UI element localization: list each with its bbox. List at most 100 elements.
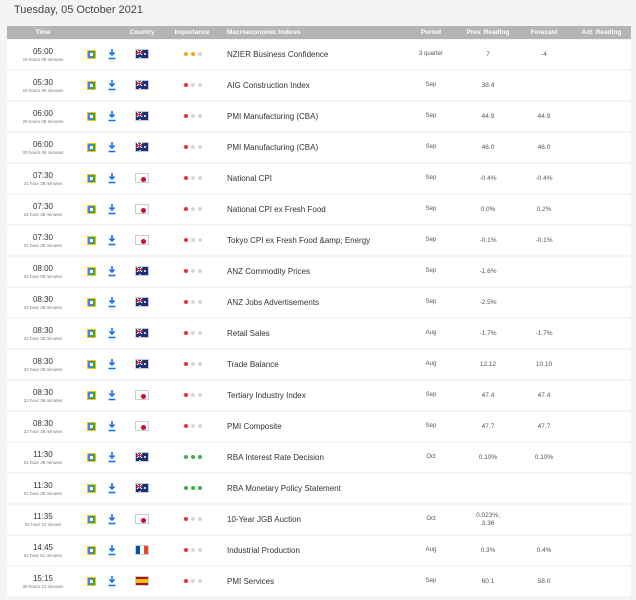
download-icon[interactable] (107, 451, 117, 463)
event-name[interactable]: ANZ Jobs Advertisements (227, 298, 319, 307)
event-name[interactable]: RBA Interest Rate Decision (227, 453, 324, 462)
importance-dot (191, 393, 195, 397)
event-name[interactable]: ANZ Commodity Prices (227, 267, 310, 276)
google-calendar-icon[interactable] (87, 174, 96, 183)
download-icon[interactable] (107, 265, 117, 277)
importance-dot (184, 176, 188, 180)
google-calendar-icon[interactable] (87, 546, 96, 555)
col-indices: Macroeconomic Indices (227, 29, 301, 36)
google-calendar-icon[interactable] (87, 236, 96, 245)
country-flag-au-icon (135, 483, 149, 493)
event-time-ago: 20 hours 08 minutes (22, 119, 64, 124)
google-calendar-icon[interactable] (87, 298, 96, 307)
google-calendar-icon[interactable] (87, 267, 96, 276)
importance-dot (198, 52, 202, 56)
download-icon[interactable] (107, 172, 117, 184)
importance-dot (198, 393, 202, 397)
importance-dot (191, 579, 195, 583)
download-icon[interactable] (107, 79, 117, 91)
download-icon[interactable] (107, 48, 117, 60)
google-calendar-icon[interactable] (87, 205, 96, 214)
event-time-ago: 22 hour 38 minutes (23, 367, 63, 372)
event-name[interactable]: Trade Balance (227, 360, 279, 369)
event-time: 11:30 (33, 481, 53, 490)
table-row: 07:30 21 hour 38 minutes National CPI ex… (7, 195, 631, 224)
google-calendar-icon[interactable] (87, 577, 96, 586)
importance-dot (184, 393, 188, 397)
download-icon[interactable] (107, 296, 117, 308)
flag-star-icon (139, 367, 141, 368)
event-name[interactable]: Retail Sales (227, 329, 270, 338)
download-icon[interactable] (107, 203, 117, 215)
flag-star-icon (144, 84, 146, 86)
country-flag-jp-icon (135, 235, 149, 245)
google-calendar-icon[interactable] (87, 422, 96, 431)
forecast-value: -0.4% (535, 175, 553, 182)
importance-dot (184, 83, 188, 87)
google-calendar-icon[interactable] (87, 484, 96, 493)
google-calendar-icon[interactable] (87, 81, 96, 90)
event-name[interactable]: PMI Services (227, 577, 274, 586)
event-name[interactable]: Tertiary Industry Index (227, 391, 306, 400)
google-calendar-icon[interactable] (87, 143, 96, 152)
importance-dot (198, 548, 202, 552)
download-icon[interactable] (107, 327, 117, 339)
country-flag-es-icon (135, 576, 149, 586)
event-time: 08:00 (32, 264, 54, 273)
forecast-value: 44.9 (537, 113, 551, 120)
importance-indicator (184, 486, 202, 490)
event-time: 07:30 (32, 171, 54, 180)
flag-star-icon (139, 305, 141, 306)
prev-reading: 0.3% (480, 547, 496, 554)
download-icon[interactable] (107, 358, 117, 370)
download-icon[interactable] (107, 575, 117, 587)
event-name[interactable]: PMI Composite (227, 422, 282, 431)
country-flag-jp-icon (135, 390, 149, 400)
download-icon[interactable] (107, 513, 117, 525)
importance-dot (191, 300, 195, 304)
event-name[interactable]: PMI Manufacturing (CBA) (227, 112, 318, 121)
download-icon[interactable] (107, 389, 117, 401)
download-icon[interactable] (107, 544, 117, 556)
google-calendar-icon[interactable] (87, 329, 96, 338)
importance-dot (198, 269, 202, 273)
event-name[interactable]: AIG Construction Index (227, 81, 310, 90)
google-calendar-icon[interactable] (87, 112, 96, 121)
prev-reading: 0.10% (478, 454, 498, 461)
importance-dot (184, 548, 188, 552)
table-row: 08:30 22 hour 38 minutes Tertiary Indust… (7, 381, 631, 410)
forecast-value: -0.1% (535, 237, 553, 244)
google-calendar-icon[interactable] (87, 453, 96, 462)
download-icon[interactable] (107, 482, 117, 494)
importance-dot (184, 300, 188, 304)
importance-dot (191, 269, 195, 273)
forecast-value: 10.10 (535, 361, 553, 368)
download-icon[interactable] (107, 141, 117, 153)
google-calendar-icon[interactable] (87, 515, 96, 524)
download-icon[interactable] (107, 234, 117, 246)
event-name[interactable]: NZIER Business Confidence (227, 50, 328, 59)
event-time: 05:30 (32, 78, 54, 87)
event-time-ago: 01 hour 38 minutes (23, 491, 63, 496)
event-name[interactable]: National CPI ex Fresh Food (227, 205, 326, 214)
importance-indicator (184, 176, 202, 180)
event-time-ago: 21 hour 38 minutes (23, 181, 63, 186)
importance-dot (191, 424, 195, 428)
event-name[interactable]: RBA Monetary Policy Statement (227, 484, 341, 493)
importance-dot (184, 424, 188, 428)
event-name[interactable]: Industrial Production (227, 546, 300, 555)
event-name[interactable]: PMI Manufacturing (CBA) (227, 143, 318, 152)
importance-dot (191, 207, 195, 211)
event-name[interactable]: Tokyo CPI ex Fresh Food &amp; Energy (227, 236, 370, 245)
importance-dot (198, 331, 202, 335)
google-calendar-icon[interactable] (87, 391, 96, 400)
event-name[interactable]: National CPI (227, 174, 272, 183)
google-calendar-icon[interactable] (87, 50, 96, 59)
download-icon[interactable] (107, 420, 117, 432)
country-flag-au-icon (135, 359, 149, 369)
event-name[interactable]: 10-Year JGB Auction (227, 515, 301, 524)
importance-dot (184, 455, 188, 459)
google-calendar-icon[interactable] (87, 360, 96, 369)
download-icon[interactable] (107, 110, 117, 122)
importance-dot (184, 114, 188, 118)
